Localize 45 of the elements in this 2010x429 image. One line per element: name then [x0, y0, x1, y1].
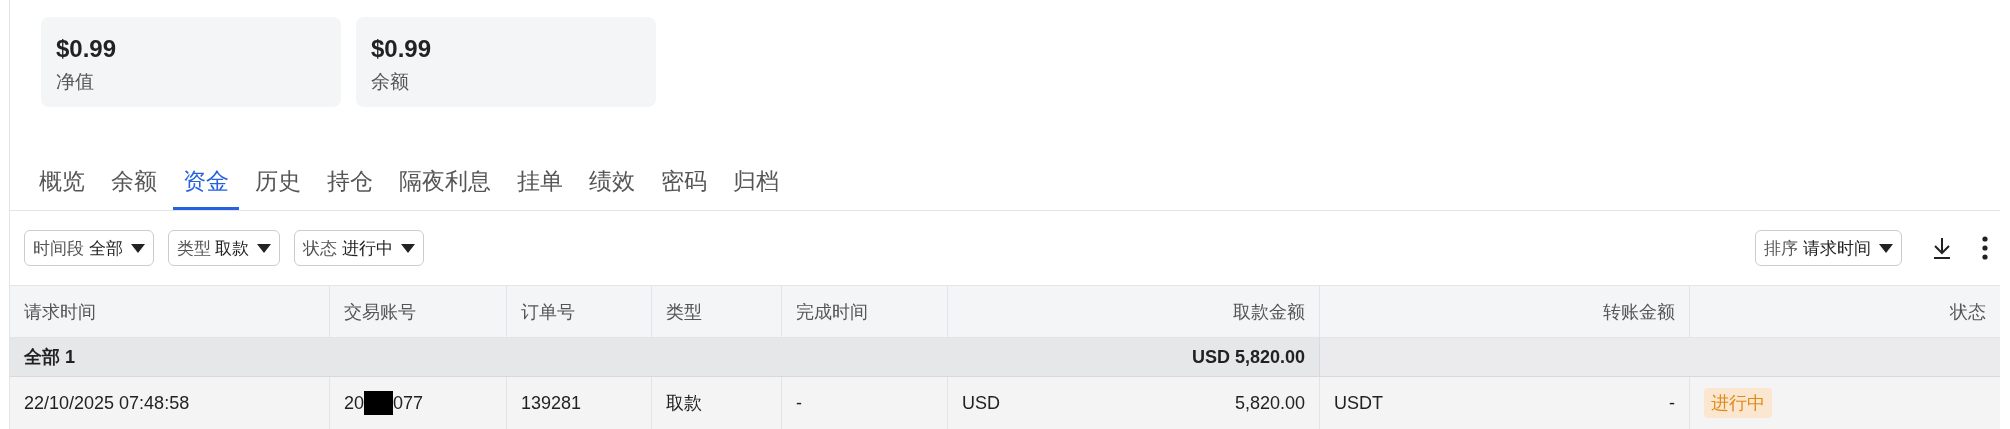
caret-icon: [401, 243, 416, 253]
table-cell: -: [782, 377, 948, 429]
column-header: 完成时间: [782, 286, 948, 337]
redaction-block: [364, 391, 394, 415]
download-icon[interactable]: [1932, 237, 1952, 260]
column-header: 类型: [652, 286, 782, 337]
tab[interactable]: 余额: [101, 166, 167, 211]
more-icon[interactable]: [1982, 236, 1988, 261]
filter-dropdown[interactable]: 类型 取款: [167, 230, 281, 267]
amount-text: 5,820.00: [1234, 392, 1305, 414]
tab[interactable]: 概览: [29, 166, 95, 211]
currency-text: USD: [962, 392, 1000, 414]
caret-icon: [257, 243, 272, 253]
table-cell: 22/10/2025 07:48:58: [10, 377, 330, 429]
column-header: 取款金额: [948, 286, 1320, 337]
column-header: 请求时间: [10, 286, 330, 337]
status-badge: 进行中: [1704, 388, 1772, 418]
tab[interactable]: 绩效: [579, 166, 645, 211]
total-label: 全部 1: [23, 346, 76, 369]
table-cell: 139281: [507, 377, 652, 429]
table-cell: 取款: [652, 377, 782, 429]
account-number-end: 077: [393, 392, 424, 414]
column-header: 订单号: [507, 286, 652, 337]
filter-dropdown[interactable]: 时间段 全部: [24, 230, 154, 267]
column-header: 交易账号: [330, 286, 507, 337]
card-label: 净值: [56, 70, 95, 94]
amount-text: -: [1669, 392, 1675, 414]
card-value: $0.99: [56, 35, 118, 63]
currency-text: USDT: [1334, 392, 1383, 414]
caret-icon: [1879, 243, 1893, 253]
filter-dropdown[interactable]: 状态 进行中: [294, 230, 425, 267]
card-value: $0.99: [371, 35, 433, 63]
caret-icon: [130, 243, 145, 253]
tab[interactable]: 历史: [245, 166, 311, 211]
tab[interactable]: 资金: [173, 166, 239, 211]
column-header: 状态: [1949, 300, 1987, 324]
tab[interactable]: 密码: [651, 166, 717, 211]
tab[interactable]: 挂单: [507, 166, 573, 211]
card-label: 余额: [371, 70, 410, 94]
account-number-start: 20: [344, 392, 365, 414]
column-header: 转账金额: [1320, 286, 1690, 337]
tab[interactable]: 归档: [723, 166, 789, 211]
tab[interactable]: 隔夜利息: [389, 166, 501, 211]
tab[interactable]: 持仓: [317, 166, 383, 211]
sort-dropdown[interactable]: 排序 请求时间: [1755, 230, 1902, 267]
